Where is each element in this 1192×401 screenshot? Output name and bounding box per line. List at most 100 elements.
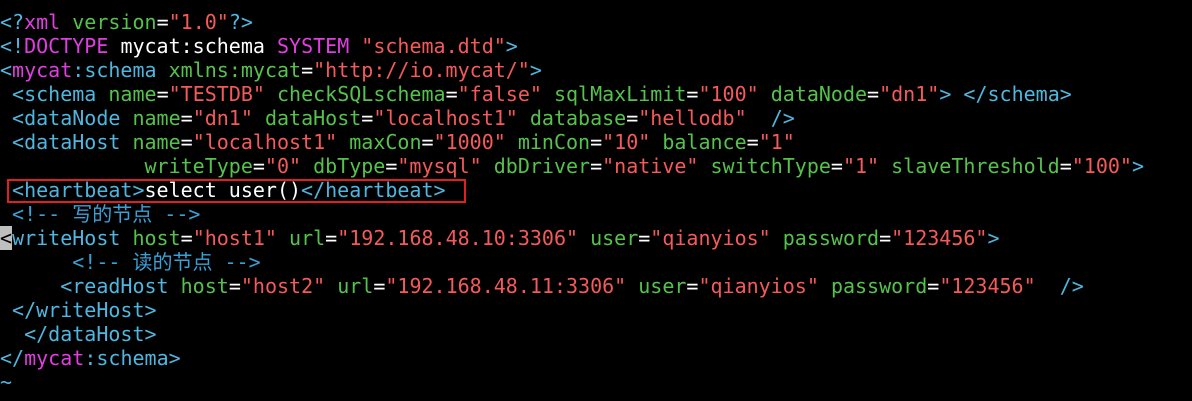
token: <heartbeat> — [12, 178, 145, 202]
code-line-6: <dataHost name="localhost1" maxCon="1000… — [12, 130, 795, 154]
code-line-12: <readHost host="host2" url="192.168.48.1… — [60, 274, 1084, 298]
token: /> — [770, 106, 795, 130]
token: dbDriver — [493, 154, 591, 178]
token: "dn1" — [879, 82, 940, 106]
code-line-13: </writeHost> — [0, 298, 157, 322]
code-line-7: writeType="0" dbType="mysql" dbDriver="n… — [144, 154, 1145, 178]
token: DOCTYPE — [24, 34, 109, 58]
token: xmlns:mycat — [168, 58, 302, 82]
code-line-3: <mycat:schema xmlns:mycat="http://io.myc… — [0, 58, 542, 82]
token: password — [830, 274, 928, 298]
token: dataNode — [770, 82, 868, 106]
token: "qianyios" — [650, 226, 771, 250]
tilde-marker: ~ — [0, 370, 13, 394]
token: </writeHost> — [12, 298, 157, 322]
token: "1" — [758, 130, 795, 154]
code-line-1: <?xml version="1.0"?> — [0, 10, 253, 34]
token: writeHost — [12, 226, 121, 250]
token: dataHost — [264, 106, 362, 130]
text-cursor: < — [0, 226, 13, 250]
token: </heartbeat> — [301, 178, 446, 202]
token: mycat — [24, 346, 85, 370]
token: ?> — [228, 10, 253, 34]
token: "http://io.mycat/" — [313, 58, 530, 82]
code-line-11: <!-- 读的节点 --> — [0, 250, 261, 274]
token: writeType — [144, 154, 253, 178]
token: "100" — [1071, 154, 1132, 178]
token: > — [939, 82, 952, 106]
token: = — [301, 58, 314, 82]
token: mycat — [12, 58, 73, 82]
token: name — [108, 82, 157, 106]
token: SYSTEM — [276, 34, 350, 58]
token: url — [337, 274, 374, 298]
token: maxCon — [349, 130, 422, 154]
token: minCon — [517, 130, 591, 154]
code-line-14: </dataHost> — [0, 322, 157, 346]
code-line-8: <heartbeat>select user()</heartbeat> — [0, 178, 446, 202]
code-line-4: <schema name="TESTDB" checkSQLschema="fa… — [12, 82, 1072, 106]
token: schema — [96, 346, 169, 370]
token: xml — [24, 10, 61, 34]
token: /> — [1059, 274, 1084, 298]
token: <readHost — [60, 274, 169, 298]
token: schema — [84, 58, 157, 82]
code-line-5: <dataNode name="dn1" dataHost="localhost… — [12, 106, 795, 130]
token: version — [72, 10, 157, 34]
code-line-15: </mycat:schema> — [0, 346, 181, 370]
code-line-10: <writeHost host="host1" url="192.168.48.… — [0, 226, 1000, 250]
token: <! — [0, 34, 25, 58]
token: name — [132, 130, 181, 154]
comment: <!-- 写的节点 --> — [12, 202, 201, 226]
token: "dn1" — [192, 106, 253, 130]
token: "0" — [264, 154, 302, 178]
token: "1" — [842, 154, 880, 178]
token: mycat:schema — [120, 34, 265, 58]
token: select user() — [144, 178, 302, 202]
token: password — [782, 226, 880, 250]
token: "100" — [698, 82, 759, 106]
token: > — [987, 226, 1000, 250]
token: "1000" — [433, 130, 506, 154]
token: <? — [0, 10, 25, 34]
token: switchType — [710, 154, 831, 178]
token: "TESTDB" — [168, 82, 265, 106]
token: checkSQLschema — [276, 82, 446, 106]
token: </schema> — [963, 82, 1072, 106]
token: < — [0, 58, 13, 82]
token: dbType — [313, 154, 386, 178]
token: slaveThreshold — [891, 154, 1060, 178]
token: <dataHost — [12, 130, 121, 154]
token: = — [156, 10, 169, 34]
token: > — [529, 58, 542, 82]
token: user — [638, 274, 687, 298]
token: "localhost1" — [373, 106, 518, 130]
token: </dataHost> — [24, 322, 157, 346]
token: user — [590, 226, 639, 250]
token: "192.168.48.11:3306" — [385, 274, 627, 298]
token: name — [132, 106, 181, 130]
token: "host1" — [192, 226, 277, 250]
token: "qianyios" — [698, 274, 819, 298]
code-line-2: <!DOCTYPE mycat:schema SYSTEM "schema.dt… — [0, 34, 518, 58]
token: <dataNode — [12, 106, 121, 130]
token: : — [84, 346, 97, 370]
token: "host2" — [240, 274, 326, 298]
token: "123456" — [939, 274, 1036, 298]
token: "false" — [457, 82, 542, 106]
token: url — [289, 226, 326, 250]
token: "123456" — [891, 226, 988, 250]
token: sqlMaxLimit — [553, 82, 687, 106]
token: > — [168, 346, 181, 370]
token: "localhost1" — [192, 130, 338, 154]
token: <schema — [12, 82, 97, 106]
token: "hellodb" — [638, 106, 747, 130]
token: host — [132, 226, 181, 250]
token: "mysql" — [397, 154, 482, 178]
code-editor[interactable]: <?xml version="1.0"?> <!DOCTYPE mycat:sc… — [0, 0, 1192, 401]
token: balance — [662, 130, 747, 154]
token: "10" — [602, 130, 651, 154]
token: : — [72, 58, 85, 82]
comment: <!-- 读的节点 --> — [72, 250, 261, 274]
code-line-9: <!-- 写的节点 --> — [0, 202, 200, 226]
